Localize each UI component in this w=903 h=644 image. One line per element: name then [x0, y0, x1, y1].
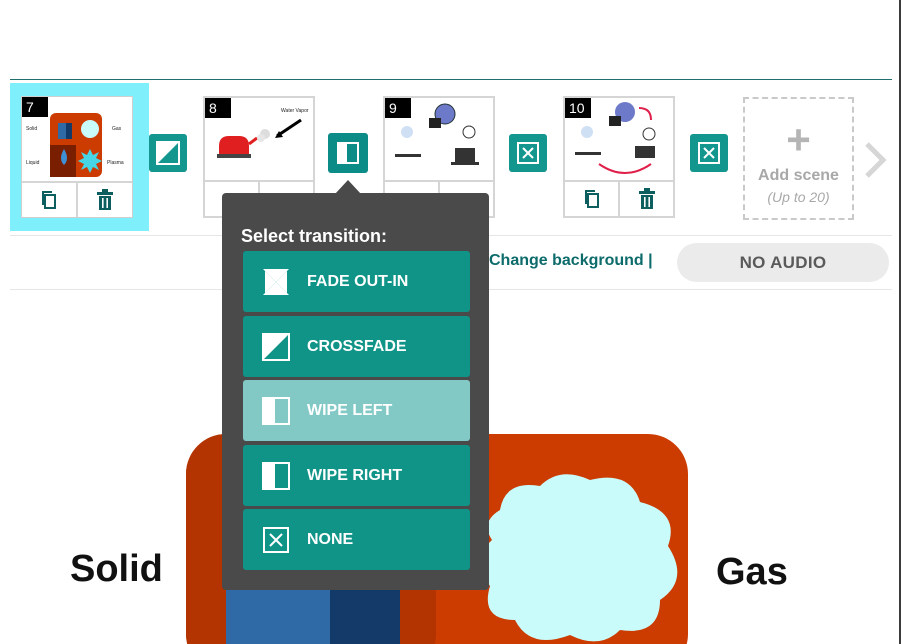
- add-scene-label: Add scene: [758, 167, 839, 184]
- scene-card-10[interactable]: 10: [563, 96, 675, 218]
- thumb-label: Plasma: [107, 160, 124, 166]
- popup-caret: [335, 180, 361, 194]
- wipe-right-icon: [262, 461, 290, 490]
- no-audio-button[interactable]: NO AUDIO: [677, 243, 889, 282]
- option-label: FADE OUT-IN: [307, 272, 409, 290]
- none-icon: [517, 142, 539, 164]
- scene-number: 10: [565, 98, 591, 118]
- trash-icon: [638, 188, 655, 209]
- plus-icon: +: [786, 116, 811, 163]
- app-stage: Solid Gas Liquid Plasma 7 Water Vapor 8 …: [0, 0, 903, 644]
- add-scene-limit: (Up to 20): [767, 189, 830, 205]
- none-icon: [698, 142, 720, 164]
- option-label: NONE: [307, 530, 354, 548]
- scene-number: 8: [205, 98, 231, 118]
- option-wipe-left[interactable]: WIPE LEFT: [243, 380, 470, 441]
- canvas-label-solid: Solid: [70, 548, 163, 590]
- option-label: WIPE LEFT: [307, 401, 393, 419]
- delete-scene-button[interactable]: [76, 183, 132, 217]
- scene-card-7[interactable]: Solid Gas Liquid Plasma 7: [10, 83, 149, 231]
- fade-out-in-icon: [262, 268, 290, 296]
- duplicate-scene-button[interactable]: [565, 182, 618, 216]
- option-crossfade[interactable]: CROSSFADE: [243, 316, 470, 377]
- thumb-label: Liquid: [26, 160, 40, 166]
- canvas-label-gas: Gas: [716, 551, 788, 593]
- scene-number: 7: [22, 97, 48, 117]
- wipe-left-icon: [262, 396, 290, 425]
- chevron-right-icon: [865, 142, 887, 178]
- none-icon: [262, 526, 290, 554]
- transition-button-none[interactable]: [690, 134, 728, 172]
- popup-title: Select transition:: [241, 226, 388, 246]
- trash-icon: [97, 189, 113, 210]
- scene-number: 9: [385, 98, 411, 118]
- crossfade-icon: [156, 141, 180, 165]
- delete-scene-button[interactable]: [618, 182, 673, 216]
- duplicate-icon: [42, 191, 56, 209]
- top-divider: [10, 79, 892, 80]
- option-label: WIPE RIGHT: [307, 466, 403, 484]
- change-background-link[interactable]: Change background |: [489, 252, 653, 270]
- transition-button-none[interactable]: [509, 134, 547, 172]
- thumb-label: Gas: [112, 126, 122, 132]
- thumb-label: Solid: [26, 126, 37, 132]
- transition-button-wipe-left[interactable]: [328, 133, 368, 173]
- thumb-label: Water Vapor: [281, 108, 309, 114]
- option-wipe-right[interactable]: WIPE RIGHT: [243, 445, 470, 506]
- duplicate-icon: [584, 190, 599, 208]
- option-label: CROSSFADE: [307, 337, 407, 355]
- crossfade-icon: [262, 332, 290, 361]
- option-none[interactable]: NONE: [243, 509, 470, 570]
- wipe-left-icon: [337, 142, 359, 164]
- transition-button-crossfade[interactable]: [149, 134, 187, 172]
- add-scene-button[interactable]: + Add scene (Up to 20): [743, 97, 854, 220]
- option-fade-out-in[interactable]: FADE OUT-IN: [243, 251, 470, 312]
- select-transition-popup: Select transition: FADE OUT-IN CROSSFADE…: [222, 193, 489, 590]
- next-scenes-button[interactable]: [861, 140, 891, 180]
- duplicate-scene-button[interactable]: [22, 183, 76, 217]
